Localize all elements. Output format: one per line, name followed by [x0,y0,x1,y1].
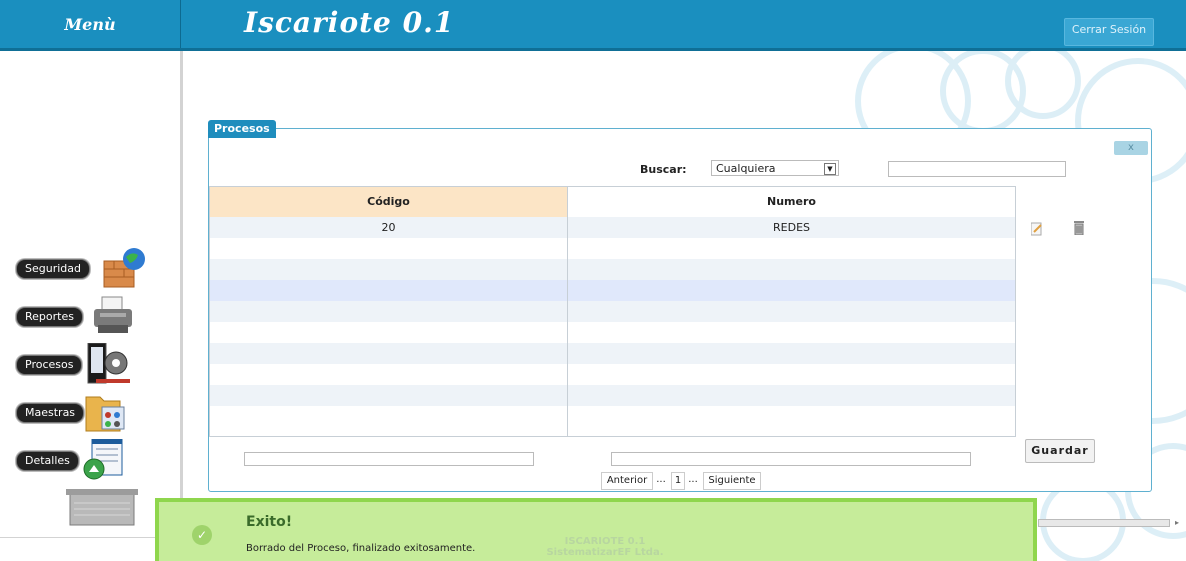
table-row-empty [210,322,1015,343]
table-row-empty [210,343,1015,364]
check-icon: ✓ [192,525,212,545]
footer-line-1: ISCARIOTE 0.1 [564,536,646,547]
column-divider [567,217,568,436]
table-row-empty [210,364,1015,385]
sidebar-item-maestras[interactable]: Maestras [0,391,180,435]
header-divider [180,0,181,48]
scroll-right-arrow-icon[interactable]: ▸ [1172,518,1182,528]
firewall-globe-icon[interactable] [102,247,146,289]
search-label: Buscar: [640,163,687,176]
table-row-empty [210,280,1015,301]
top-bar: Menù Iscariote 0.1 Cerrar Sesión [0,0,1186,51]
window-list-icon[interactable] [80,439,124,481]
table-row-empty [210,301,1015,322]
search-field-select[interactable]: Cualquiera ▼ [711,160,839,176]
basket-icon[interactable] [66,489,138,529]
column-header-numero[interactable]: Numero [568,187,1015,217]
folder-users-icon[interactable] [84,391,128,433]
sidebar-item-procesos[interactable]: Procesos [0,343,180,387]
cell-codigo: 20 [210,217,568,238]
table-row-empty [210,385,1015,406]
chevron-down-icon[interactable]: ▼ [824,163,836,175]
sidebar-item-label[interactable]: Detalles [16,451,79,471]
panel-tab-procesos[interactable]: Procesos [208,120,276,138]
sidebar-item-label[interactable]: Reportes [16,307,83,327]
cell-numero: REDES [773,221,810,234]
panel-close-button[interactable]: x [1114,141,1148,155]
sidebar-item-label[interactable]: Maestras [16,403,85,423]
printer-icon[interactable] [90,295,134,337]
sidebar-item-seguridad[interactable]: Seguridad [0,247,180,291]
table-row-empty [210,406,1015,427]
table-row-empty [210,238,1015,259]
sidebar-item-label[interactable]: Seguridad [16,259,90,279]
filter-numero-input[interactable] [611,452,971,466]
trash-icon[interactable] [1073,221,1085,235]
footer-line-2: SistematizarEF Ltda. [546,547,664,558]
table-row-empty [210,259,1015,280]
sidebar-item-label[interactable]: Procesos [16,355,83,375]
sidebar: Seguridad Reportes Procesos Maestras Det… [0,51,183,561]
pagination-ellipsis: ... [656,474,666,485]
pagination-ellipsis: ... [688,474,698,485]
app-title: Iscariote 0.1 [244,6,455,39]
edit-icon[interactable] [1031,222,1043,236]
pagination-page-1[interactable]: 1 [671,472,685,490]
menu-title: Menù [64,14,116,34]
pagination-next-button[interactable]: Siguiente [703,472,761,490]
logout-button[interactable]: Cerrar Sesión [1064,18,1154,46]
search-input[interactable] [888,161,1066,177]
process-gear-icon[interactable] [86,343,130,385]
pagination-prev-button[interactable]: Anterior [601,472,653,490]
horizontal-scrollbar[interactable] [1038,519,1170,527]
save-button[interactable]: Guardar [1025,439,1095,463]
toast-title: Exito! [246,514,293,530]
sidebar-item-detalles[interactable]: Detalles [0,439,180,483]
sidebar-item-reportes[interactable]: Reportes [0,295,180,339]
footer-credits: ISCARIOTE 0.1 SistematizarEF Ltda. [540,536,670,558]
toast-message: Borrado del Proceso, finalizado exitosam… [246,543,476,554]
footer-divider [0,537,155,538]
search-select-value: Cualquiera [716,162,776,175]
table-row[interactable]: 20 REDES [210,217,1015,238]
filter-codigo-input[interactable] [244,452,534,466]
column-header-codigo[interactable]: Código [210,187,568,217]
procesos-table: Código Numero 20 REDES [209,186,1016,437]
